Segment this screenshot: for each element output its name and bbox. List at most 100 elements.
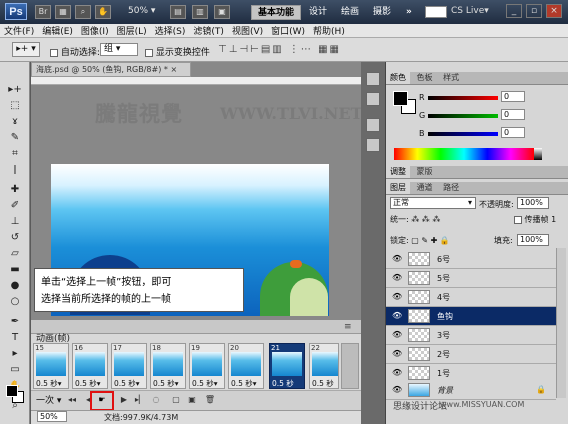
document-tab-close-icon[interactable]: × [170,65,177,74]
frame-15[interactable]: 15 0.5 秒▾ [33,343,69,389]
move-tool-icon[interactable]: ▸+ [7,83,23,97]
gradient-tool-icon[interactable]: ▬ [7,263,23,277]
menu-select[interactable]: 选择(S) [155,24,186,37]
propagate-frame-option[interactable]: 传播帧 1 [514,214,556,225]
eye-icon[interactable]: 👁 [392,349,402,358]
frame-18[interactable]: 18 0.5 秒▾ [150,343,186,389]
minibridge-icon[interactable]: ▦ [55,5,71,19]
zoom-level-field[interactable]: 50% [37,411,67,422]
loop-options[interactable]: 一次 ▾ [36,393,61,406]
tab-layers[interactable]: 图层 [386,182,410,194]
frame-delay[interactable]: 0.5 秒 [312,378,334,389]
frame-delay[interactable]: 0.5 秒▾ [114,378,140,389]
crop-tool-icon[interactable]: ⌗ [7,147,23,161]
minimize-button[interactable]: _ [506,4,522,18]
delete-frame-icon[interactable]: 🗑 [204,394,216,405]
quick-select-tool-icon[interactable]: ✎ [7,131,23,145]
healing-brush-tool-icon[interactable]: ✚ [7,183,23,197]
frame-delay[interactable]: 0.5 秒▾ [36,378,62,389]
eye-icon[interactable]: 👁 [392,273,402,282]
dodge-tool-icon[interactable]: ○ [7,295,23,309]
blend-mode-select[interactable]: 正常 ▾ [390,197,476,209]
play-icon[interactable]: ▶ [118,394,130,405]
pen-tool-icon[interactable]: ✒ [7,315,23,329]
tab-masks[interactable]: 蒙版 [413,166,437,178]
show-transform-checkbox[interactable] [145,48,153,57]
search-field[interactable] [425,6,447,18]
actions-panel-icon[interactable] [366,92,380,106]
frame-19[interactable]: 19 0.5 秒▾ [189,343,225,389]
propagate-checkbox[interactable] [514,215,522,224]
brush-tool-icon[interactable]: ✐ [7,199,23,213]
workspace-painting[interactable]: 绘画 [335,5,365,20]
opacity-field[interactable]: 100% [517,197,549,209]
auto-select-checkbox[interactable] [50,48,58,57]
type-tool-icon[interactable]: T [7,331,23,345]
workspace-design[interactable]: 设计 [303,5,333,20]
b-slider[interactable] [428,132,498,136]
lasso-tool-icon[interactable]: ɤ [7,115,23,129]
zoom-tool-icon[interactable]: ⌕ [75,5,91,19]
frame-17[interactable]: 17 0.5 秒▾ [111,343,147,389]
menu-help[interactable]: 帮助(H) [313,24,345,37]
hand-tool-icon[interactable]: ✋ [95,5,111,19]
color-spectrum[interactable] [394,148,534,160]
workspace-more[interactable]: » [400,5,418,20]
eraser-tool-icon[interactable]: ▱ [7,247,23,261]
restore-button[interactable]: ▫ [526,4,542,18]
frame-16[interactable]: 16 0.5 秒▾ [72,343,108,389]
g-value[interactable]: 0 [501,109,525,120]
frame-21-selected[interactable]: 21 0.5 秒 [269,343,305,389]
arrange-documents-icon[interactable]: ▥ [192,5,208,19]
tab-swatches[interactable]: 色板 [413,72,437,84]
fill-field[interactable]: 100% [517,234,549,246]
workspace-photography[interactable]: 摄影 [367,5,397,20]
tab-color[interactable]: 颜色 [386,72,410,84]
blur-tool-icon[interactable]: ● [7,279,23,293]
clone-stamp-tool-icon[interactable]: ⊥ [7,215,23,229]
frame-delay[interactable]: 0.5 秒▾ [192,378,218,389]
history-brush-tool-icon[interactable]: ↺ [7,231,23,245]
layer-row-background[interactable]: 👁 背景 🔒 [386,381,556,400]
tab-paths[interactable]: 路径 [439,182,463,194]
workspace-basic[interactable]: 基本功能 [251,5,302,20]
history-panel-icon[interactable] [366,72,380,86]
frame-delay[interactable]: 0.5 秒▾ [75,378,101,389]
tab-styles[interactable]: 样式 [439,72,463,84]
lock-options[interactable]: 锁定: ▢ ✎ ✚ 🔒 [390,235,450,246]
align-icons[interactable]: ⊤⊥⊣⊢▤▥ ⋮⋯ ▦▦ [218,44,341,55]
next-frame-icon[interactable]: ▸▏ [134,394,146,405]
frames-scrollbar[interactable] [341,343,359,389]
layer-row[interactable]: 👁 3号 [386,326,556,345]
frame-delay[interactable]: 0.5 秒▾ [153,378,179,389]
panel-foreground-swatch[interactable] [393,91,408,106]
zoom-select[interactable]: 50% ▾ [128,6,155,16]
frame-delay[interactable]: 0.5 秒 [272,378,294,389]
menu-layer[interactable]: 图层(L) [117,24,147,37]
layer-row[interactable]: 👁 2号 [386,345,556,364]
panel-menu-icon[interactable]: ≡ [344,322,352,332]
tab-adjustments[interactable]: 调整 [386,166,410,178]
menu-filter[interactable]: 滤镜(T) [193,24,224,37]
frame-delay[interactable]: 0.5 秒▾ [231,378,257,389]
menu-image[interactable]: 图像(I) [81,24,109,37]
frame-22[interactable]: 22 0.5 秒 [309,343,339,389]
character-panel-icon[interactable] [366,118,380,132]
menu-view[interactable]: 视图(V) [232,24,263,37]
view-extras-icon[interactable]: ▤ [170,5,186,19]
screen-mode-icon[interactable]: ▣ [214,5,230,19]
menu-file[interactable]: 文件(F) [4,24,34,37]
foreground-color-swatch[interactable] [6,385,18,397]
r-value[interactable]: 0 [501,91,525,102]
close-button[interactable]: × [546,4,562,18]
first-frame-icon[interactable]: ◂◂ [66,394,78,405]
eye-icon[interactable]: 👁 [392,254,402,263]
layer-row[interactable]: 👁 4号 [386,288,556,307]
eyedropper-tool-icon[interactable]: ǀ [7,163,23,177]
eye-icon[interactable]: 👁 [392,330,402,339]
shape-tool-icon[interactable]: ▭ [7,363,23,377]
g-slider[interactable] [428,114,498,118]
cs-live-button[interactable]: CS Live▾ [451,6,489,16]
marquee-tool-icon[interactable]: ⬚ [7,99,23,113]
eye-icon[interactable]: 👁 [392,385,402,394]
